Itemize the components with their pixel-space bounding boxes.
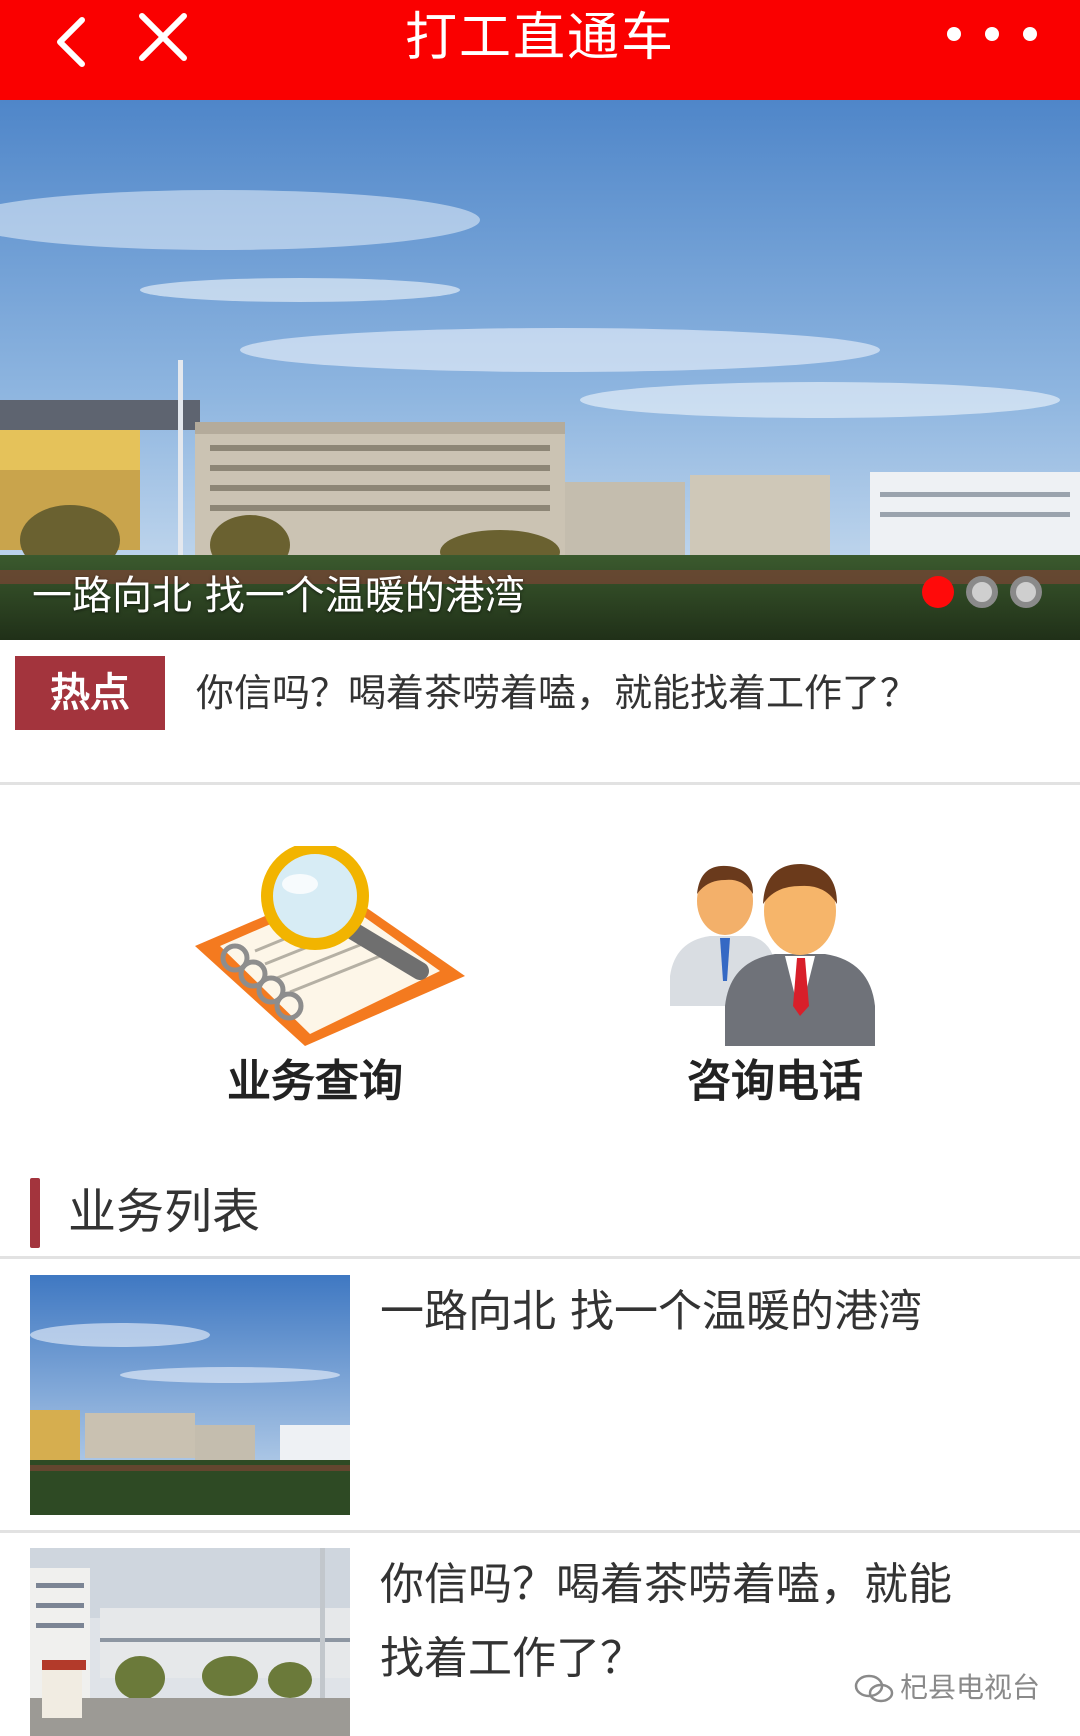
carousel-indicators <box>922 576 1042 616</box>
list-item-title[interactable]: 一路向北 找一个温暖的港湾 <box>380 1275 1020 1349</box>
consult-phone-label: 咨询电话 <box>687 1056 863 1107</box>
consult-phone-button[interactable]: 咨询电话 <box>605 846 945 1112</box>
divider <box>0 782 1080 785</box>
list-item[interactable]: 一路向北 找一个温暖的港湾 <box>0 1275 1080 1515</box>
section-accent-bar <box>30 1178 40 1248</box>
business-query-button[interactable]: 业务查询 <box>145 846 485 1112</box>
carousel-dot[interactable] <box>966 576 998 608</box>
list-item-thumbnail <box>30 1548 350 1736</box>
list-item-title-line: 你信吗？喝着茶唠着嗑，就能 <box>380 1559 952 1610</box>
business-query-label: 业务查询 <box>227 1056 403 1107</box>
hot-news-row[interactable]: 热点 你信吗？喝着茶唠着嗑，就能找着工作了？ <box>0 640 1080 782</box>
hot-news-text[interactable]: 你信吗？喝着茶唠着嗑，就能找着工作了？ <box>196 656 918 730</box>
section-title: 业务列表 <box>68 1184 261 1240</box>
section-header: 业务列表 <box>0 1170 1080 1254</box>
watermark-text: 杞县电视台 <box>899 1671 1040 1704</box>
wechat-icon <box>854 1674 894 1703</box>
top-nav-bar: 打工直通车 <box>0 0 1080 100</box>
magnifier-notebook-icon <box>195 846 465 1046</box>
carousel-dot[interactable] <box>1010 576 1042 608</box>
banner-image <box>0 100 1080 640</box>
divider <box>0 1530 1080 1533</box>
banner-carousel[interactable]: 一路向北 找一个温暖的港湾 <box>0 100 1080 640</box>
carousel-dot-active[interactable] <box>922 576 954 608</box>
divider <box>0 1256 1080 1259</box>
page-title: 打工直通车 <box>404 8 675 68</box>
banner-caption: 一路向北 找一个温暖的港湾 <box>32 573 525 619</box>
list-item-thumbnail <box>30 1275 350 1515</box>
watermark: 杞县电视台 <box>854 1668 1040 1708</box>
two-businessmen-icon <box>670 864 875 1046</box>
more-dots-icon[interactable] <box>940 18 1050 58</box>
hot-badge: 热点 <box>15 656 165 730</box>
